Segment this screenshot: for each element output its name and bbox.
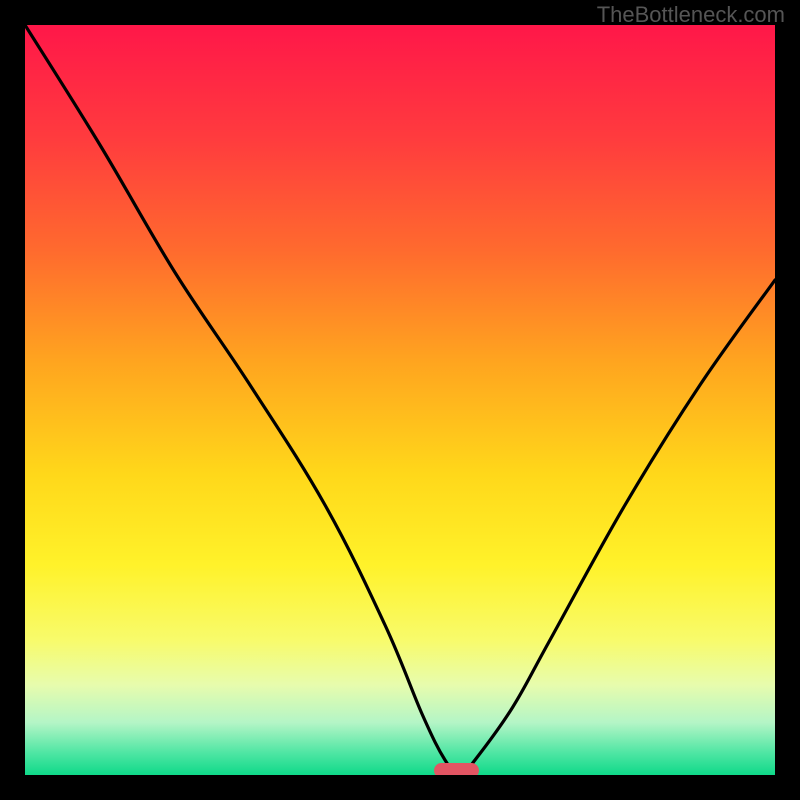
bottleneck-curve bbox=[25, 25, 775, 775]
chart-frame: TheBottleneck.com bbox=[0, 0, 800, 800]
watermark-text: TheBottleneck.com bbox=[597, 2, 785, 28]
bottleneck-marker bbox=[434, 763, 479, 775]
plot-area bbox=[25, 25, 775, 775]
